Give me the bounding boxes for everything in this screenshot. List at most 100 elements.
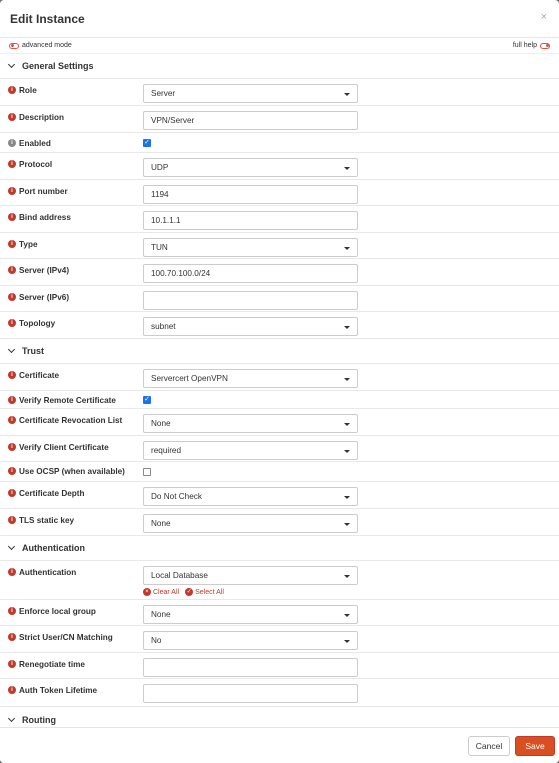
row-enabled: i Enabled ✓ (0, 133, 559, 153)
info-icon[interactable]: i (8, 187, 16, 195)
enabled-checkbox[interactable]: ✓ (143, 139, 151, 147)
crl-select[interactable]: None (143, 414, 358, 433)
strict-cn-value: No (151, 636, 162, 645)
auth-token-input[interactable] (143, 684, 358, 703)
bind-address-input[interactable]: 10.1.1.1 (143, 211, 358, 230)
verify-client-value: required (151, 446, 182, 455)
info-icon[interactable]: i (8, 660, 16, 668)
clear-all-label: Clear All (153, 588, 180, 596)
close-icon[interactable]: × (541, 11, 547, 23)
certificate-select[interactable]: Servercert OpenVPN (143, 369, 358, 388)
info-icon[interactable]: i (8, 266, 16, 274)
verify-client-select[interactable]: required (143, 441, 358, 460)
port-label: Port number (19, 187, 68, 196)
mode-bar: advanced mode full help (0, 38, 559, 54)
ocsp-checkbox[interactable] (143, 468, 151, 476)
port-input[interactable]: 1194 (143, 185, 358, 204)
type-select[interactable]: TUN (143, 238, 358, 257)
caret-down-icon (344, 614, 350, 617)
info-icon[interactable]: i (8, 139, 16, 147)
full-help-toggle[interactable]: full help (513, 42, 550, 49)
save-button[interactable]: Save (515, 736, 555, 756)
cert-depth-value: Do Not Check (151, 492, 202, 501)
row-auth-token: i Auth Token Lifetime (0, 679, 559, 707)
info-icon[interactable]: i (8, 86, 16, 94)
info-icon[interactable]: i (8, 293, 16, 301)
row-renegotiate: i Renegotiate time (0, 653, 559, 679)
info-icon[interactable]: i (8, 113, 16, 121)
strict-cn-select[interactable]: No (143, 631, 358, 650)
check-icon: ✓ (185, 588, 194, 596)
bind-address-value: 10.1.1.1 (151, 216, 181, 225)
info-icon[interactable]: i (8, 160, 16, 168)
info-icon[interactable]: i (8, 319, 16, 327)
row-verify-client: i Verify Client Certificate required (0, 436, 559, 462)
info-icon[interactable]: i (8, 443, 16, 451)
topology-value: subnet (151, 322, 176, 331)
renegotiate-input[interactable] (143, 658, 358, 677)
tls-key-value: None (151, 519, 171, 528)
local-group-label: Enforce local group (19, 607, 96, 616)
server-ipv6-input[interactable] (143, 291, 358, 310)
info-icon[interactable]: i (8, 371, 16, 379)
info-icon[interactable]: i (8, 633, 16, 641)
section-authentication[interactable]: Authentication (0, 536, 559, 561)
cancel-button[interactable]: Cancel (468, 736, 510, 756)
chevron-down-icon (7, 542, 16, 551)
row-server-ipv4: i Server (IPv4) 100.70.100.0/24 (0, 259, 559, 286)
protocol-value: UDP (151, 163, 169, 172)
section-title: Routing (22, 714, 56, 725)
role-select[interactable]: Server (143, 84, 358, 103)
cert-depth-label: Certificate Depth (19, 489, 85, 498)
certificate-value: Servercert OpenVPN (151, 374, 228, 383)
select-all-link[interactable]: ✓ Select All (185, 588, 224, 596)
clear-all-link[interactable]: × Clear All (143, 588, 179, 596)
info-icon[interactable]: i (8, 416, 16, 424)
advanced-mode-toggle[interactable]: advanced mode (9, 42, 72, 49)
local-group-select[interactable]: None (143, 605, 358, 624)
section-general-settings[interactable]: General Settings (0, 54, 559, 79)
caret-down-icon (344, 247, 350, 250)
auth-token-label: Auth Token Lifetime (19, 686, 98, 695)
dialog-footer: Cancel Save (0, 727, 559, 763)
info-icon[interactable]: i (8, 240, 16, 248)
row-bind-address: i Bind address 10.1.1.1 (0, 206, 559, 233)
info-icon[interactable]: i (8, 213, 16, 221)
verify-remote-checkbox[interactable]: ✓ (143, 396, 151, 404)
row-protocol: i Protocol UDP (0, 153, 559, 180)
row-port: i Port number 1194 (0, 180, 559, 206)
dialog-header: Edit Instance × (0, 0, 559, 38)
section-trust[interactable]: Trust (0, 339, 559, 364)
caret-down-icon (344, 93, 350, 96)
protocol-select[interactable]: UDP (143, 158, 358, 177)
topology-select[interactable]: subnet (143, 317, 358, 336)
certificate-label: Certificate (19, 371, 60, 380)
tls-key-label: TLS static key (19, 516, 75, 525)
info-icon[interactable]: i (8, 396, 16, 404)
row-certificate: i Certificate Servercert OpenVPN (0, 364, 559, 391)
cert-depth-select[interactable]: Do Not Check (143, 487, 358, 506)
section-title: Trust (22, 346, 45, 356)
tls-key-select[interactable]: None (143, 514, 358, 533)
info-icon[interactable]: i (8, 467, 16, 475)
info-icon[interactable]: i (8, 489, 16, 497)
row-local-group: i Enforce local group None (0, 600, 559, 626)
caret-down-icon (344, 326, 350, 329)
row-cert-depth: i Certificate Depth Do Not Check (0, 482, 559, 509)
caret-down-icon (344, 496, 350, 499)
server-ipv4-input[interactable]: 100.70.100.0/24 (143, 264, 358, 283)
port-value: 1194 (151, 190, 169, 199)
dialog-title: Edit Instance (10, 11, 85, 26)
toggle-icon (9, 42, 19, 49)
ocsp-label: Use OCSP (when available) (19, 467, 125, 476)
info-icon[interactable]: i (8, 607, 16, 615)
row-type: i Type TUN (0, 233, 559, 259)
description-input[interactable]: VPN/Server (143, 111, 358, 130)
info-icon[interactable]: i (8, 568, 16, 576)
role-label: Role (19, 86, 37, 95)
info-icon[interactable]: i (8, 516, 16, 524)
info-icon[interactable]: i (8, 686, 16, 694)
row-authentication: i Authentication Local Database × Clear Al… (0, 561, 559, 600)
authentication-select[interactable]: Local Database (143, 566, 358, 585)
chevron-down-icon (7, 345, 16, 354)
